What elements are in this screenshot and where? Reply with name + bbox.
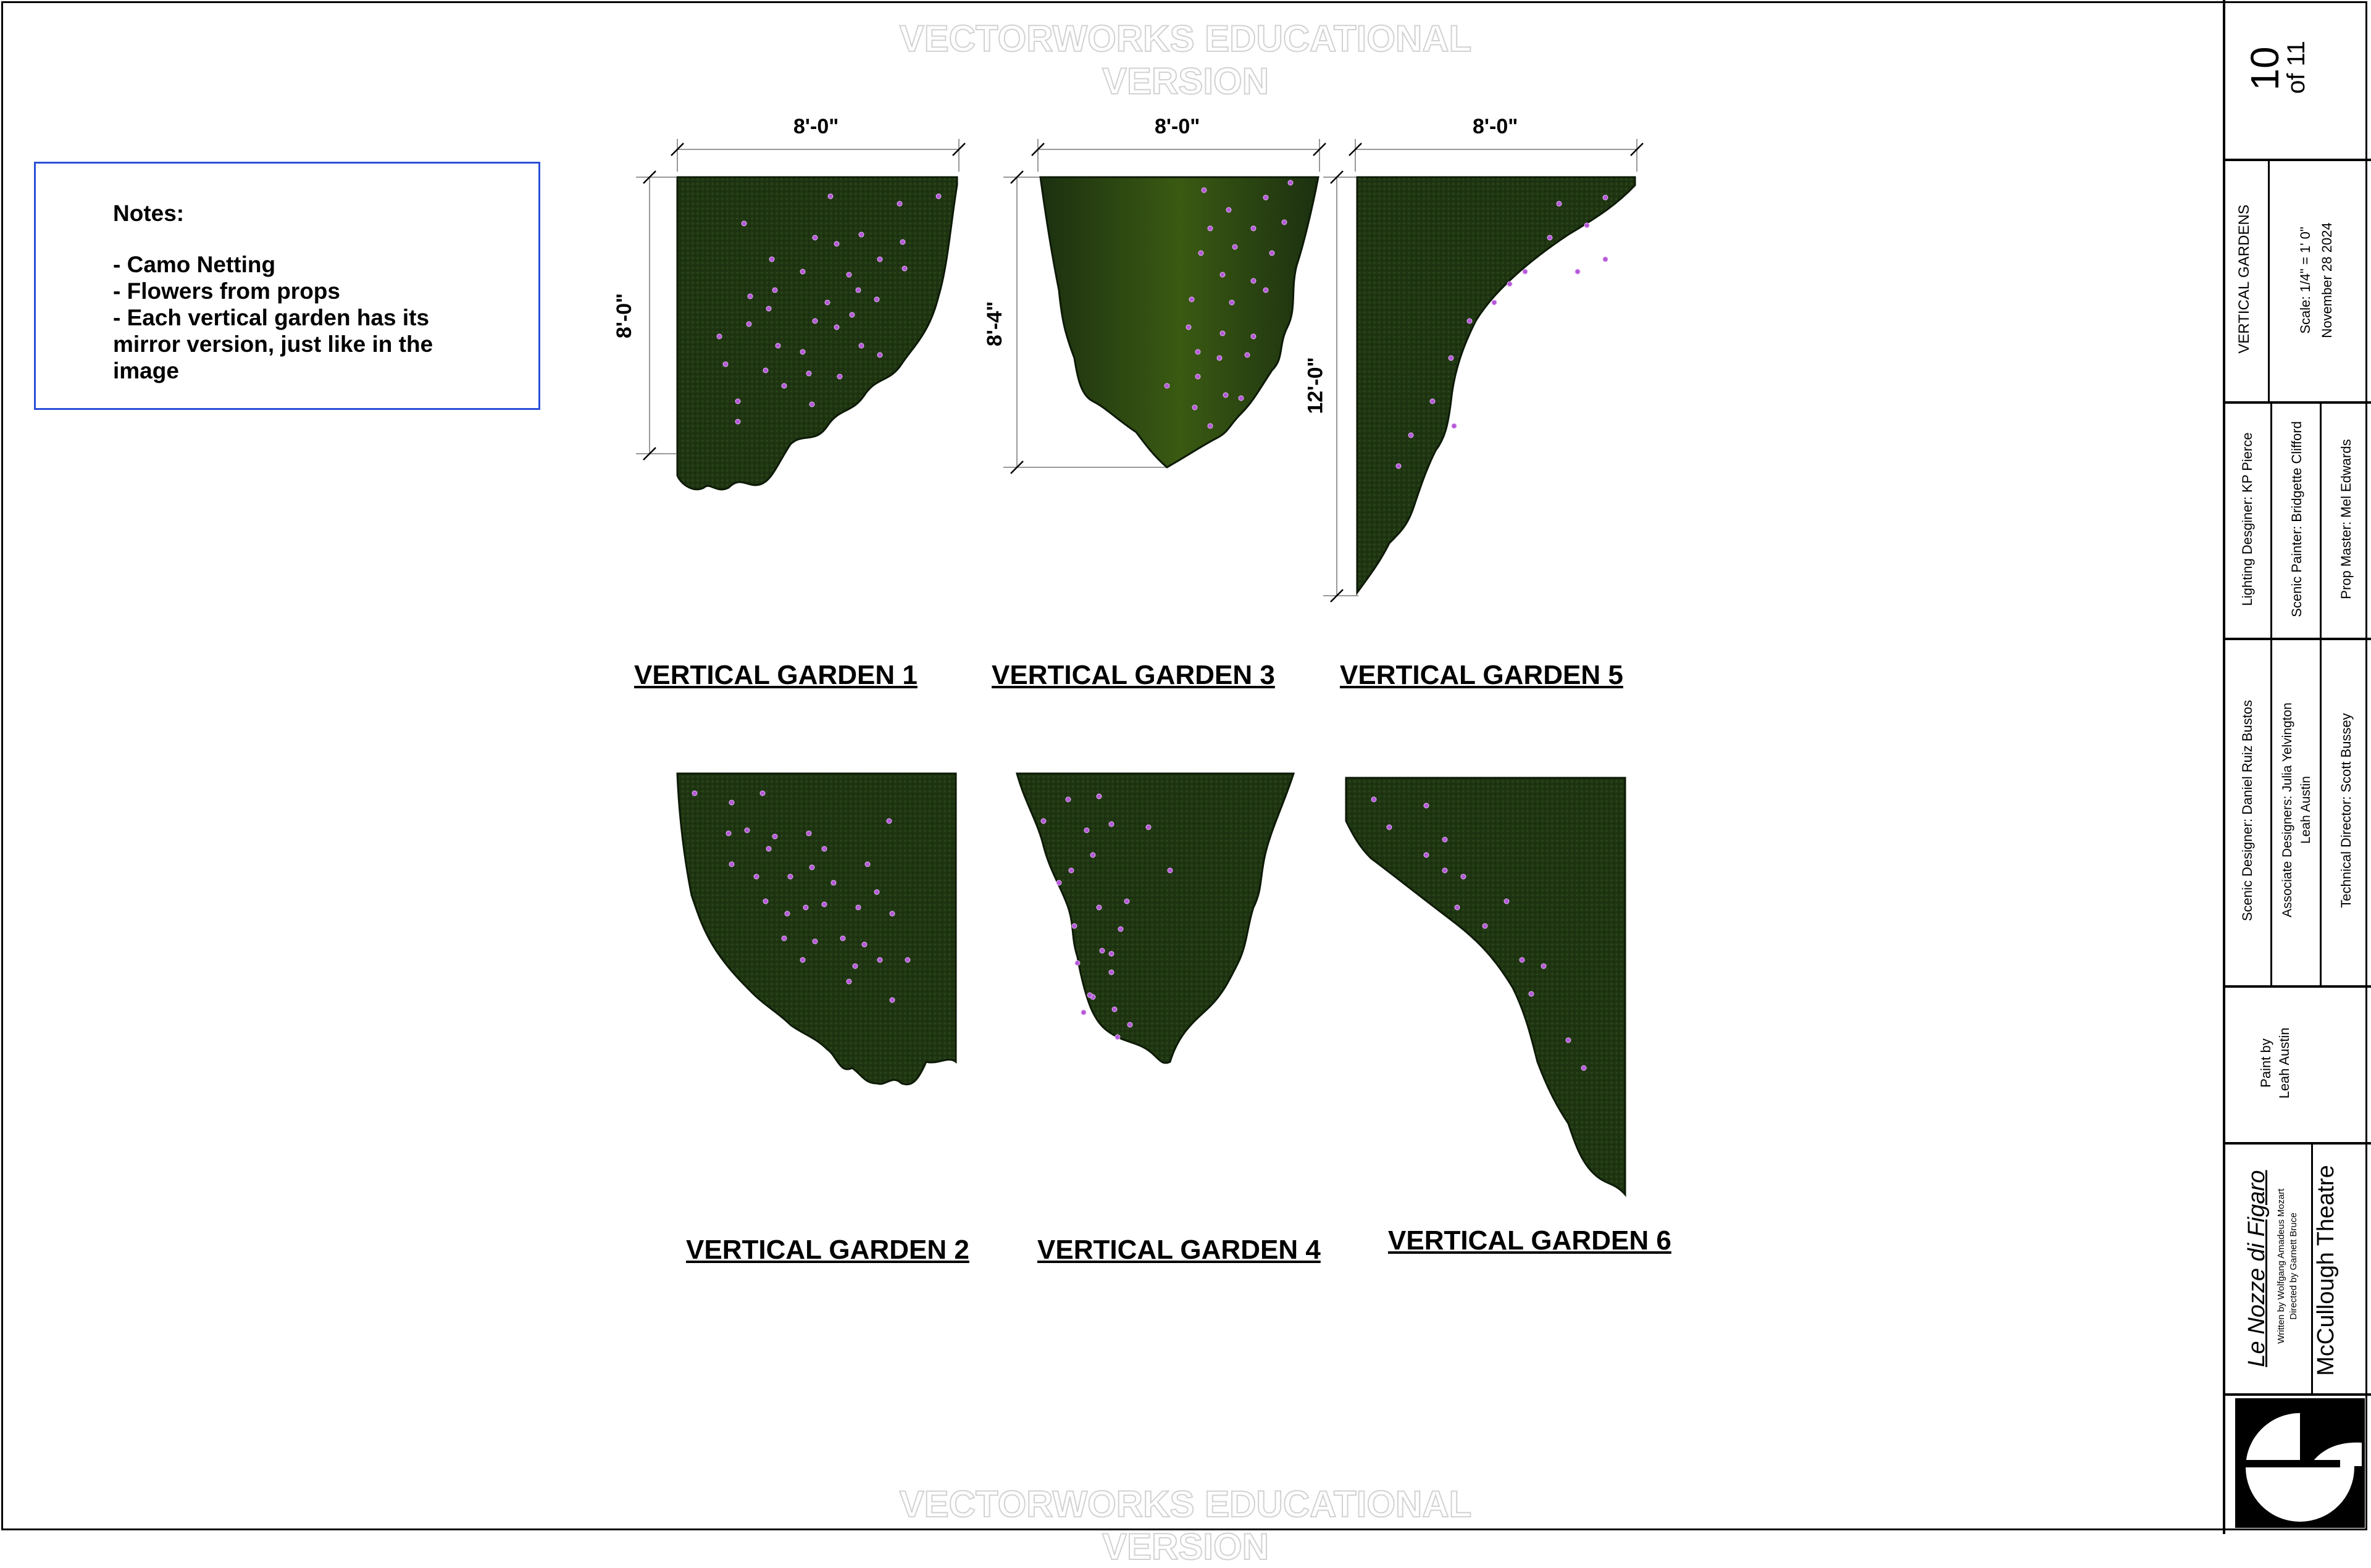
vertical-garden-6-shape (1345, 777, 1626, 1198)
scale-text: Scale: 1/4" = 1' 0" (2298, 227, 2313, 334)
drawing-sheet: VECTORWORKS EDUCATIONAL VERSION VECTORWO… (0, 0, 2371, 1568)
vertical-garden-1-label: VERTICAL GARDEN 1 (634, 660, 918, 690)
technical-director: Technical Director: Scott Bussey (2338, 713, 2354, 908)
vertical-garden-2-shape (676, 772, 957, 1086)
directed-by: Directed by Garnett Bruce (2288, 1212, 2299, 1320)
date-text: November 28 2024 (2319, 222, 2335, 338)
vertical-garden-3-label: VERTICAL GARDEN 3 (992, 660, 1275, 690)
theatre-logo-icon (2235, 1398, 2365, 1528)
vertical-garden-6-label: VERTICAL GARDEN 6 (1388, 1225, 1671, 1256)
associate-designers: Associate Designers: Julia Yelvington (2280, 703, 2294, 917)
vertical-garden-3-shape (1039, 176, 1319, 469)
garden-5-height-label: 12'-0" (1303, 357, 1328, 414)
sheet-total: of 11 (2283, 41, 2310, 94)
theatre-name: McCullough Theatre (2313, 1165, 2339, 1376)
scenic-painter: Scenic Painter: Bridgette Clifford (2289, 421, 2304, 617)
show-title: Le Nozze di Figaro (2244, 1170, 2270, 1367)
sheet-title: VERTICAL GARDENS (2236, 204, 2252, 354)
vertical-garden-5-label: VERTICAL GARDEN 5 (1340, 660, 1623, 690)
garden-drawings (636, 139, 1644, 1198)
vertical-garden-5-shape (1356, 176, 1636, 596)
paint-by-name: Leah Austin (2277, 1027, 2292, 1099)
vertical-garden-1-shape (676, 176, 958, 491)
title-block: 10 of 11 VERTICAL GARDENS Scale: 1/4" = … (2223, 0, 2371, 1534)
vertical-garden-4-shape (1016, 772, 1295, 1064)
vertical-garden-2-label: VERTICAL GARDEN 2 (686, 1235, 969, 1265)
paint-by-label: Paint by (2258, 1038, 2273, 1088)
garden-3-width-label: 8'-0" (1155, 115, 1200, 138)
garden-5-width-label: 8'-0" (1473, 115, 1518, 138)
vertical-garden-4-label: VERTICAL GARDEN 4 (1037, 1235, 1321, 1265)
prop-master: Prop Master: Mel Edwards (2338, 439, 2354, 599)
scenic-designer: Scenic Designer: Daniel Ruiz Bustos (2239, 699, 2255, 922)
sheet-number: 10 (2243, 46, 2287, 91)
garden-1-width-label: 8'-0" (793, 115, 839, 138)
garden-1-height-label: 8'-0" (613, 293, 637, 339)
associate-designers-2: Leah Austin (2299, 776, 2313, 844)
lighting-designer: Lighting Desginer: KP Pierce (2239, 432, 2255, 606)
garden-3-height-label: 8'-4" (983, 301, 1007, 347)
